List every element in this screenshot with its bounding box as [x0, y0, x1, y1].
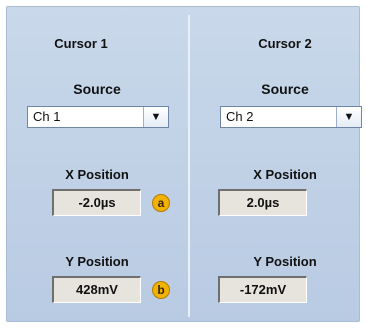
cursor1-x-position-label: X Position: [65, 167, 129, 182]
cursor2-column: Cursor 2 Source Ch 2 ▼ X Position 2.0µs …: [187, 7, 366, 323]
cursor2-source-value: Ch 2: [226, 109, 254, 124]
cursor2-source-label: Source: [261, 81, 309, 97]
cursor2-x-position-field[interactable]: 2.0µs: [218, 189, 307, 216]
cursor2-y-position-label: Y Position: [253, 254, 317, 269]
cursor1-title: Cursor 1: [54, 36, 108, 51]
chevron-down-icon[interactable]: ▼: [336, 107, 361, 127]
cursor1-y-position-field[interactable]: 428mV: [52, 276, 141, 303]
cursor2-source-dropdown[interactable]: Ch 2 ▼: [220, 106, 362, 128]
cursor1-source-dropdown[interactable]: Ch 1 ▼: [27, 106, 169, 128]
cursor1-column: Cursor 1 Source Ch 1 ▼ X Position -2.0µs…: [7, 7, 187, 323]
cursor2-x-position-label: X Position: [253, 167, 317, 182]
cursor2-y-position-field[interactable]: -172mV: [218, 276, 307, 303]
cursor2-title: Cursor 2: [258, 36, 312, 51]
cursor1-source-value: Ch 1: [33, 109, 61, 124]
callout-b-icon: b: [152, 281, 170, 299]
callout-a-icon: a: [152, 194, 170, 212]
cursor1-y-position-label: Y Position: [65, 254, 129, 269]
cursor1-source-label: Source: [73, 81, 121, 97]
chevron-down-icon[interactable]: ▼: [143, 107, 168, 127]
cursor1-x-position-field[interactable]: -2.0µs: [52, 189, 141, 216]
cursor-settings-panel: Cursor 1 Source Ch 1 ▼ X Position -2.0µs…: [6, 6, 362, 323]
